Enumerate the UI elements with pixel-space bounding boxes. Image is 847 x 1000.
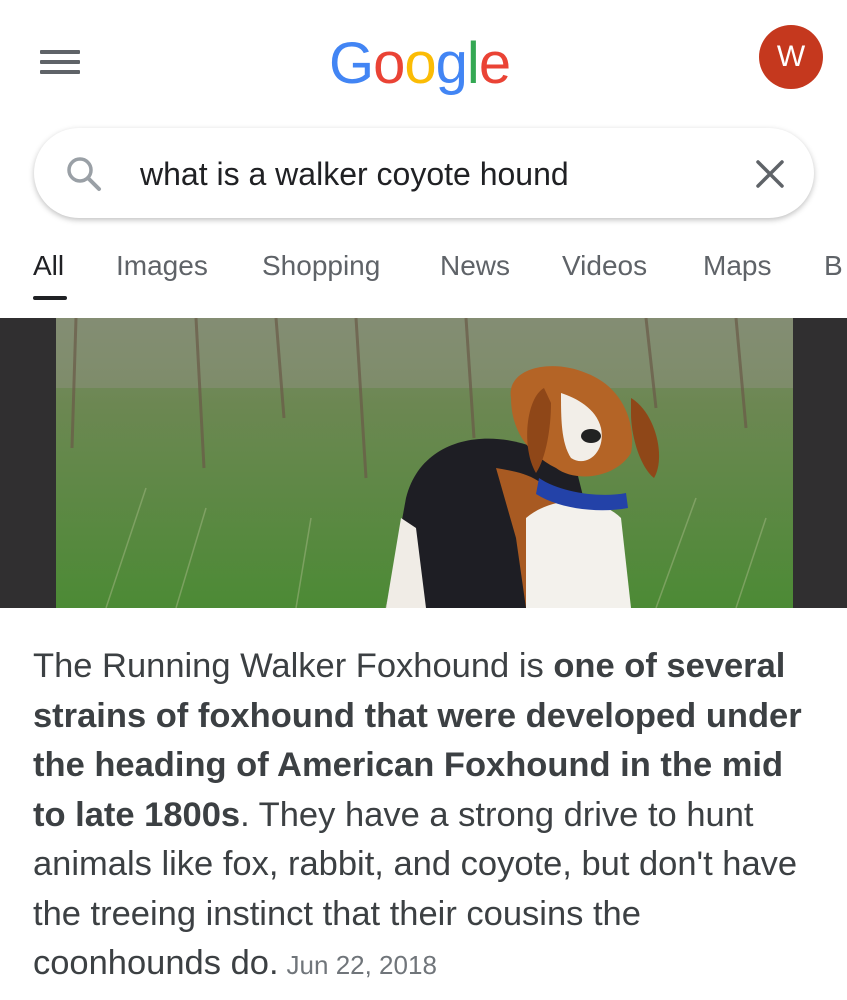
logo-letter: g xyxy=(435,31,468,96)
google-logo[interactable]: Google xyxy=(329,30,511,97)
search-input[interactable] xyxy=(138,148,722,200)
result-date: Jun 22, 2018 xyxy=(286,950,437,980)
active-tab-indicator xyxy=(33,296,67,300)
logo-letter: e xyxy=(478,31,511,96)
tab-shopping[interactable]: Shopping xyxy=(262,250,380,282)
logo-letter: l xyxy=(466,31,480,96)
search-icon[interactable] xyxy=(64,154,104,194)
logo-letter: o xyxy=(373,31,405,96)
result-image[interactable] xyxy=(56,318,793,608)
tab-books[interactable]: B xyxy=(824,250,843,282)
avatar-letter: W xyxy=(776,40,806,73)
search-bar[interactable] xyxy=(34,128,814,218)
logo-letter: G xyxy=(329,31,374,96)
top-bar: Google W xyxy=(0,0,847,120)
search-tabs: All Images Shopping News Videos Maps B xyxy=(0,250,847,305)
tab-news[interactable]: News xyxy=(440,250,510,282)
tab-all[interactable]: All xyxy=(33,250,64,282)
result-snippet: The Running Walker Foxhound is one of se… xyxy=(33,642,823,991)
dog-photo xyxy=(56,318,793,608)
tab-videos[interactable]: Videos xyxy=(562,250,647,282)
menu-icon[interactable] xyxy=(40,50,80,76)
tab-maps[interactable]: Maps xyxy=(703,250,771,282)
close-icon[interactable] xyxy=(752,156,788,192)
avatar[interactable]: W xyxy=(759,25,823,89)
snippet-intro: The Running Walker Foxhound is xyxy=(33,647,554,685)
logo-letter: o xyxy=(404,31,436,96)
tab-images[interactable]: Images xyxy=(116,250,208,282)
